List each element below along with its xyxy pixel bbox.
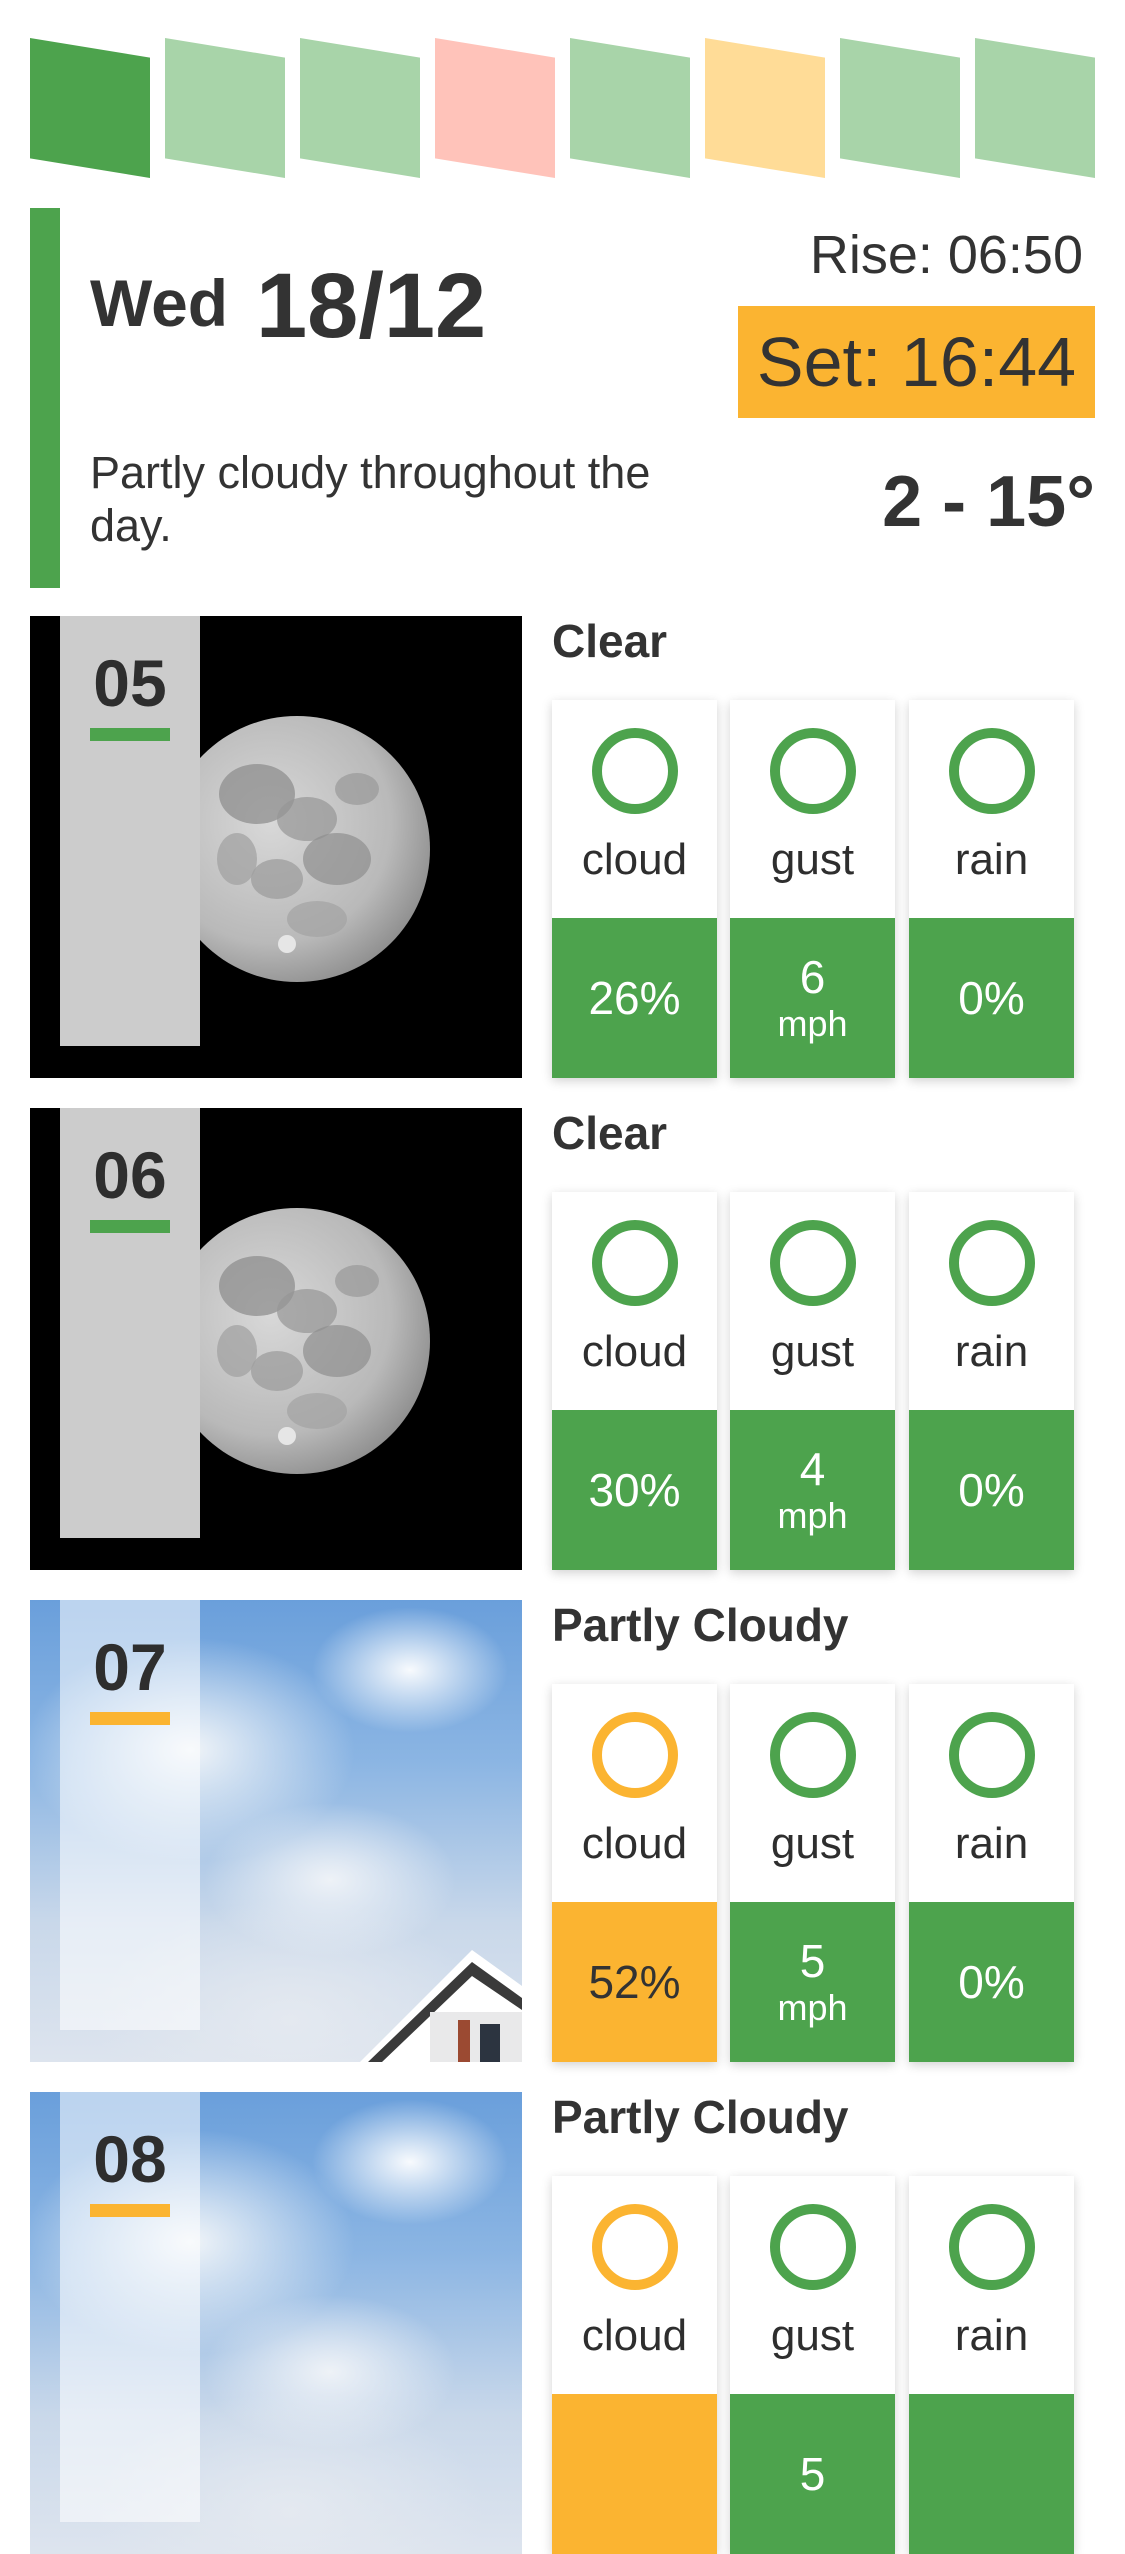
hour-number: 07 bbox=[93, 1630, 167, 1704]
hour-number: 08 bbox=[93, 2122, 167, 2196]
hour-condition: Clear bbox=[552, 1107, 668, 1159]
hour-label-panel: 07 bbox=[60, 1600, 200, 2030]
hour-accent-underline bbox=[90, 1220, 170, 1233]
metric-value: 26% bbox=[588, 972, 681, 1024]
hour-row: 06 Clear cloud 30% gust 4 mph rain 0% bbox=[30, 1108, 1095, 1570]
rain-status-ring-icon bbox=[949, 2204, 1035, 2290]
metric-value-box bbox=[552, 2394, 717, 2554]
metric-cloud[interactable]: cloud 30% bbox=[552, 1192, 717, 1570]
day-tab[interactable] bbox=[570, 38, 690, 178]
sunrise-time: Rise: 06:50 bbox=[809, 225, 1083, 285]
gust-status-ring-icon bbox=[770, 2204, 856, 2290]
metric-label: rain bbox=[954, 1327, 1029, 1376]
day-tab[interactable] bbox=[435, 38, 555, 178]
metric-label: gust bbox=[770, 1327, 855, 1376]
metric-value: 4 bbox=[799, 1443, 826, 1495]
hour-label-panel: 05 bbox=[60, 616, 200, 1046]
metric-label: cloud bbox=[581, 1327, 688, 1376]
metric-gust[interactable]: gust 6 mph bbox=[730, 700, 895, 1078]
metric-value-box: 5 bbox=[730, 2394, 895, 2554]
metric-rain[interactable]: rain bbox=[909, 2176, 1074, 2554]
day-status-bar bbox=[30, 208, 60, 588]
hour-row: 07 Partly Cloudy cloud 52% gust 5 mph ra… bbox=[30, 1600, 1095, 2062]
summary-description: Partly cloudy throughout the day. bbox=[90, 447, 651, 551]
metric-value: 0% bbox=[958, 1956, 1025, 2008]
metric-label: gust bbox=[770, 835, 855, 884]
summary-date: 18/12 bbox=[256, 255, 487, 357]
metric-rain[interactable]: rain 0% bbox=[909, 1192, 1074, 1570]
hour-label-panel: 06 bbox=[60, 1108, 200, 1538]
hour-condition: Clear bbox=[552, 615, 668, 667]
metric-unit: mph bbox=[777, 1987, 848, 2028]
metric-value-box: 26% bbox=[552, 918, 717, 1078]
metric-unit: mph bbox=[777, 1495, 848, 1536]
metric-gust[interactable]: gust 4 mph bbox=[730, 1192, 895, 1570]
metric-label: cloud bbox=[581, 835, 688, 884]
metric-cloud[interactable]: cloud 26% bbox=[552, 700, 717, 1078]
metric-value: 0% bbox=[958, 972, 1025, 1024]
day-selector-strip bbox=[30, 38, 1095, 178]
metric-value: 6 bbox=[799, 951, 826, 1003]
metric-value-box: 0% bbox=[909, 918, 1074, 1078]
rain-status-ring-icon bbox=[949, 728, 1035, 814]
hour-accent-underline bbox=[90, 728, 170, 741]
metric-rain[interactable]: rain 0% bbox=[909, 700, 1074, 1078]
metric-cloud[interactable]: cloud bbox=[552, 2176, 717, 2554]
metric-value-box bbox=[909, 2394, 1074, 2554]
day-tab[interactable] bbox=[975, 38, 1095, 178]
metric-label: cloud bbox=[581, 2311, 688, 2360]
day-tab[interactable] bbox=[705, 38, 825, 178]
summary-day-name: Wed bbox=[90, 266, 229, 340]
gust-status-ring-icon bbox=[770, 1220, 856, 1306]
hour-accent-underline bbox=[90, 1712, 170, 1725]
cloud-status-ring-icon bbox=[592, 728, 678, 814]
hour-label-panel: 08 bbox=[60, 2092, 200, 2522]
metric-rain[interactable]: rain 0% bbox=[909, 1684, 1074, 2062]
hour-number: 05 bbox=[93, 646, 167, 720]
hour-number: 06 bbox=[93, 1138, 167, 1212]
cloud-status-ring-icon bbox=[592, 2204, 678, 2290]
metric-value: 52% bbox=[588, 1956, 681, 2008]
metric-value: 5 bbox=[799, 2448, 826, 2500]
metric-value-box: 30% bbox=[552, 1410, 717, 1570]
metric-value-box: 0% bbox=[909, 1902, 1074, 2062]
day-tab[interactable] bbox=[840, 38, 960, 178]
cloud-status-ring-icon bbox=[592, 1220, 678, 1306]
hour-accent-underline bbox=[90, 2204, 170, 2217]
rain-status-ring-icon bbox=[949, 1712, 1035, 1798]
metric-value: 30% bbox=[588, 1464, 681, 1516]
sunset-time: Set: 16:44 bbox=[738, 306, 1095, 418]
metric-value-box: 52% bbox=[552, 1902, 717, 2062]
metric-value-box: 6 mph bbox=[730, 918, 895, 1078]
day-summary-card: Wed 18/12 Partly cloudy throughout the d… bbox=[30, 208, 1095, 588]
metric-label: gust bbox=[770, 1819, 855, 1868]
metric-label: rain bbox=[954, 1819, 1029, 1868]
metric-label: gust bbox=[770, 2311, 855, 2360]
metric-value-box: 0% bbox=[909, 1410, 1074, 1570]
temperature-range: 2 - 15° bbox=[882, 462, 1095, 542]
house-roof-icon bbox=[360, 1950, 522, 2062]
metric-value-box: 5 mph bbox=[730, 1902, 895, 2062]
metric-label: cloud bbox=[581, 1819, 688, 1868]
metric-cloud[interactable]: cloud 52% bbox=[552, 1684, 717, 2062]
hour-row: 08 Partly Cloudy cloud gust 5 rain bbox=[30, 2092, 1095, 2554]
gust-status-ring-icon bbox=[770, 728, 856, 814]
day-tab[interactable] bbox=[165, 38, 285, 178]
metric-value-box: 4 mph bbox=[730, 1410, 895, 1570]
metric-gust[interactable]: gust 5 mph bbox=[730, 1684, 895, 2062]
metric-label: rain bbox=[954, 835, 1029, 884]
rain-status-ring-icon bbox=[949, 1220, 1035, 1306]
gust-status-ring-icon bbox=[770, 1712, 856, 1798]
metric-gust[interactable]: gust 5 bbox=[730, 2176, 895, 2554]
day-tab[interactable] bbox=[30, 38, 150, 178]
metric-label: rain bbox=[954, 2311, 1029, 2360]
metric-unit: mph bbox=[777, 1003, 848, 1044]
day-tab[interactable] bbox=[300, 38, 420, 178]
hour-condition: Partly Cloudy bbox=[552, 1599, 849, 1651]
cloud-status-ring-icon bbox=[592, 1712, 678, 1798]
metric-value: 5 bbox=[799, 1935, 826, 1987]
hour-condition: Partly Cloudy bbox=[552, 2091, 849, 2143]
metric-value: 0% bbox=[958, 1464, 1025, 1516]
hour-row: 05 Clear cloud 26% gust 6 mph rain 0% bbox=[30, 616, 1095, 1078]
